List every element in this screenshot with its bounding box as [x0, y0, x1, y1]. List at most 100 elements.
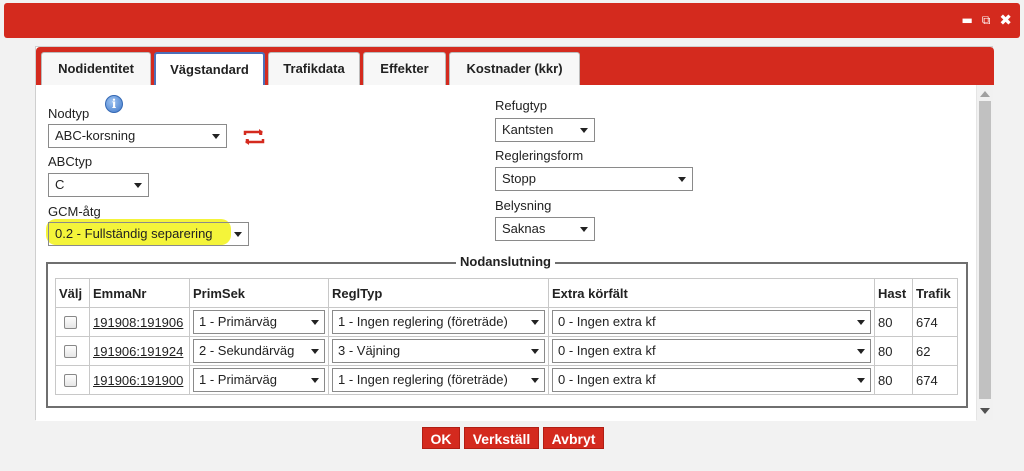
header-emmanr: EmmaNr [89, 278, 190, 308]
chevron-down-icon [234, 232, 242, 237]
cancel-button[interactable]: Avbryt [543, 427, 604, 449]
scroll-thumb[interactable] [979, 101, 991, 399]
regltyp-select[interactable]: 1 - Ingen reglering (företräde) [332, 368, 545, 392]
table-row: 191908:191906 1 - Primärväg 1 - Ingen re… [55, 307, 958, 337]
belysning-label: Belysning [495, 198, 552, 213]
close-icon[interactable]: ✖ [999, 12, 1012, 28]
apply-button[interactable]: Verkställ [464, 427, 539, 449]
row-checkbox-cell [55, 336, 90, 366]
trafik-cell: 674 [912, 365, 958, 395]
regltyp-cell: 1 - Ingen reglering (företräde) [328, 365, 549, 395]
chevron-down-icon [857, 349, 865, 354]
trafik-cell: 674 [912, 307, 958, 337]
window-titlebar: ▬ ⧉ ✖ [4, 3, 1020, 38]
chevron-down-icon [134, 183, 142, 188]
primsek-cell: 2 - Sekundärväg [189, 336, 329, 366]
emmanr-link[interactable]: 191906:191900 [93, 373, 183, 388]
refugtyp-label: Refugtyp [495, 98, 548, 113]
header-hast: Hast [874, 278, 913, 308]
abctyp-value: C [55, 177, 65, 192]
belysning-select[interactable]: Saknas [495, 217, 595, 241]
header-extra-korfalt: Extra körfält [548, 278, 875, 308]
header-trafik: Trafik [912, 278, 958, 308]
primsek-value: 2 - Sekundärväg [199, 343, 295, 358]
regltyp-select[interactable]: 1 - Ingen reglering (företräde) [332, 310, 545, 334]
tab-trafikdata[interactable]: Trafikdata [268, 52, 360, 85]
header-primsek: PrimSek [189, 278, 329, 308]
extra-korfalt-value: 0 - Ingen extra kf [558, 343, 656, 358]
abctyp-label: ABCtyp [48, 154, 93, 169]
regleringsform-value: Stopp [502, 171, 536, 186]
tab-nodidentitet[interactable]: Nodidentitet [41, 52, 151, 85]
extra-cell: 0 - Ingen extra kf [548, 307, 875, 337]
row-checkbox-cell [55, 365, 90, 395]
gcm-value: 0.2 - Fullständig separering [55, 226, 213, 241]
primsek-cell: 1 - Primärväg [189, 307, 329, 337]
nodtyp-label: Nodtyp [48, 106, 90, 121]
nodanslutning-fieldset: Nodanslutning Välj EmmaNr PrimSek ReglTy… [46, 254, 968, 408]
extra-korfalt-value: 0 - Ingen extra kf [558, 314, 656, 329]
extra-korfalt-select[interactable]: 0 - Ingen extra kf [552, 339, 871, 363]
chevron-down-icon [311, 378, 319, 383]
ok-button[interactable]: OK [422, 427, 460, 449]
regltyp-select[interactable]: 3 - Väjning [332, 339, 545, 363]
scroll-up-icon[interactable] [980, 91, 990, 97]
row-checkbox-cell [55, 307, 90, 337]
dialog-panel: Nodidentitet Vägstandard Trafikdata Effe… [35, 46, 994, 421]
extra-korfalt-select[interactable]: 0 - Ingen extra kf [552, 368, 871, 392]
primsek-value: 1 - Primärväg [199, 372, 278, 387]
chevron-down-icon [311, 349, 319, 354]
extra-cell: 0 - Ingen extra kf [548, 365, 875, 395]
row-checkbox[interactable] [64, 315, 77, 329]
chevron-down-icon [857, 320, 865, 325]
nodanslutning-table: Välj EmmaNr PrimSek ReglTyp Extra körfäl… [55, 278, 958, 395]
tab-strip: Nodidentitet Vägstandard Trafikdata Effe… [36, 47, 994, 86]
header-valj: Välj [55, 278, 90, 308]
nodtyp-select[interactable]: ABC-korsning [48, 124, 227, 148]
swap-icon[interactable] [241, 127, 267, 147]
regleringsform-select[interactable]: Stopp [495, 167, 693, 191]
tab-vagstandard[interactable]: Vägstandard [154, 52, 265, 86]
scroll-down-icon[interactable] [980, 408, 990, 414]
extra-cell: 0 - Ingen extra kf [548, 336, 875, 366]
window-controls: ▬ ⧉ ✖ [962, 12, 1013, 28]
emmanr-link[interactable]: 191906:191924 [93, 344, 183, 359]
regltyp-value: 1 - Ingen reglering (företräde) [338, 372, 508, 387]
tab-kostnader[interactable]: Kostnader (kkr) [449, 52, 580, 85]
regltyp-value: 1 - Ingen reglering (företräde) [338, 314, 508, 329]
emmanr-cell: 191906:191900 [89, 365, 190, 395]
chevron-down-icon [531, 320, 539, 325]
chevron-down-icon [857, 378, 865, 383]
refugtyp-value: Kantsten [502, 122, 554, 137]
minimize-icon[interactable]: ▬ [962, 12, 973, 28]
gcm-label: GCM-åtg [48, 204, 101, 219]
row-checkbox[interactable] [64, 373, 77, 387]
vertical-scrollbar[interactable] [976, 85, 993, 420]
chevron-down-icon [212, 134, 220, 139]
hast-cell: 80 [874, 336, 913, 366]
primsek-value: 1 - Primärväg [199, 314, 278, 329]
regltyp-value: 3 - Väjning [338, 343, 401, 358]
primsek-select[interactable]: 1 - Primärväg [193, 368, 325, 392]
extra-korfalt-select[interactable]: 0 - Ingen extra kf [552, 310, 871, 334]
chevron-down-icon [580, 128, 588, 133]
info-icon[interactable]: i [105, 95, 123, 113]
extra-korfalt-value: 0 - Ingen extra kf [558, 372, 656, 387]
nodtyp-value: ABC-korsning [55, 128, 136, 143]
tab-content: Nodtyp i ABC-korsning ABCtyp C GCM-åtg 0… [36, 85, 976, 421]
chevron-down-icon [678, 177, 686, 182]
chevron-down-icon [580, 227, 588, 232]
abctyp-select[interactable]: C [48, 173, 149, 197]
primsek-select[interactable]: 2 - Sekundärväg [193, 339, 325, 363]
gcm-select[interactable]: 0.2 - Fullständig separering [48, 222, 249, 246]
refugtyp-select[interactable]: Kantsten [495, 118, 595, 142]
primsek-select[interactable]: 1 - Primärväg [193, 310, 325, 334]
tab-effekter[interactable]: Effekter [363, 52, 446, 85]
trafik-cell: 62 [912, 336, 958, 366]
nodanslutning-title: Nodanslutning [456, 254, 555, 269]
regleringsform-label: Regleringsform [495, 148, 584, 163]
popout-icon[interactable]: ⧉ [982, 12, 991, 28]
emmanr-link[interactable]: 191908:191906 [93, 315, 183, 330]
regltyp-cell: 3 - Väjning [328, 336, 549, 366]
row-checkbox[interactable] [64, 344, 77, 358]
